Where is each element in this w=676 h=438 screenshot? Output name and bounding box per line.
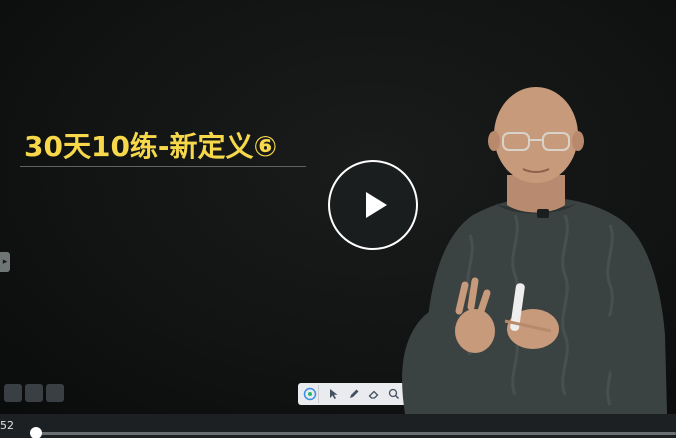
side-panel-toggle[interactable]: ▸ [0,252,10,272]
title-underline [20,166,306,167]
slide-nav-buttons [4,384,64,402]
video-frame[interactable]: 30天10练-新定义⑥ ▸ [0,0,676,414]
eraser-icon[interactable] [365,385,383,403]
slide-nav-button-3[interactable] [46,384,64,402]
cursor-icon[interactable] [325,385,343,403]
time-display: 52 [0,419,14,432]
lesson-title: 30天10练-新定义⑥ [24,130,278,163]
progress-bar[interactable] [34,432,676,435]
progress-thumb[interactable] [30,427,42,438]
play-button[interactable] [328,160,418,250]
whiteboard-icon[interactable] [301,385,319,403]
player-control-bar: 52 [0,414,676,438]
slide-nav-button-2[interactable] [25,384,43,402]
play-icon [366,192,387,218]
slide-nav-button-1[interactable] [4,384,22,402]
pen-icon[interactable] [345,385,363,403]
presenter-figure [402,87,667,414]
